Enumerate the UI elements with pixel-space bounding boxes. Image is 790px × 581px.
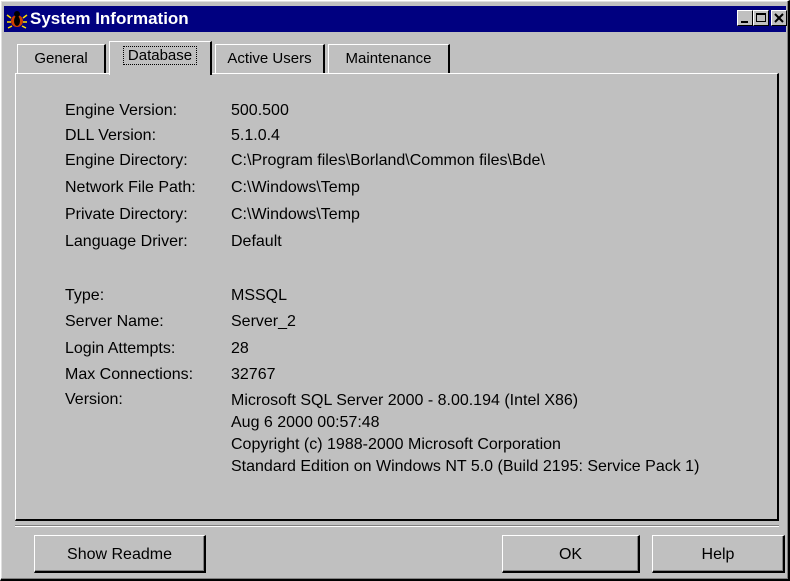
tab-active-users[interactable]: Active Users	[215, 44, 325, 73]
minimize-button[interactable]	[737, 10, 753, 26]
private-directory-value: C:\Windows\Temp	[231, 206, 360, 223]
tab-database-label: Database	[122, 46, 198, 65]
bug-app-icon	[6, 9, 28, 29]
login-attempts-label: Login Attempts:	[65, 340, 176, 357]
engine-version-label: Engine Version:	[65, 102, 178, 119]
database-tab-panel: Engine Version: 500.500 DLL Version: 5.1…	[15, 73, 779, 521]
engine-version-value: 500.500	[231, 102, 289, 119]
tab-maintenance[interactable]: Maintenance	[328, 44, 450, 73]
minimize-icon	[741, 21, 748, 23]
version-line: Copyright (c) 1988-2000 Microsoft Corpor…	[231, 436, 561, 453]
show-readme-button[interactable]: Show Readme	[34, 535, 206, 573]
max-connections-value: 32767	[231, 366, 276, 383]
engine-directory-value: C:\Program files\Borland\Common files\Bd…	[231, 152, 545, 169]
title-bar[interactable]: System Information	[4, 6, 787, 32]
version-value: Microsoft SQL Server 2000 - 8.00.194 (In…	[231, 390, 699, 478]
ok-button[interactable]: OK	[502, 535, 640, 573]
server-name-value: Server_2	[231, 313, 296, 330]
version-line: Microsoft SQL Server 2000 - 8.00.194 (In…	[231, 392, 579, 409]
type-label: Type:	[65, 287, 105, 304]
footer-divider	[15, 525, 779, 527]
server-name-label: Server Name:	[65, 313, 164, 330]
private-directory-label: Private Directory:	[65, 206, 188, 223]
dll-version-label: DLL Version:	[65, 127, 157, 144]
tab-maintenance-label: Maintenance	[345, 50, 432, 67]
login-attempts-value: 28	[231, 340, 249, 357]
window-title: System Information	[30, 9, 189, 28]
type-value: MSSQL	[231, 287, 288, 304]
max-connections-label: Max Connections:	[65, 366, 194, 383]
version-label: Version:	[65, 391, 123, 408]
tab-active-users-label: Active Users	[227, 50, 312, 67]
tab-general-label: General	[34, 50, 88, 67]
dll-version-value: 5.1.0.4	[231, 127, 280, 144]
version-line: Standard Edition on Windows NT 5.0 (Buil…	[231, 458, 700, 475]
system-information-window: System Information General Database Acti…	[0, 0, 790, 581]
tab-general[interactable]: General	[17, 44, 106, 73]
engine-directory-label: Engine Directory:	[65, 152, 188, 169]
close-button[interactable]	[771, 10, 787, 26]
language-driver-value: Default	[231, 233, 282, 250]
tab-database[interactable]: Database	[109, 41, 212, 75]
close-icon	[774, 13, 784, 23]
network-file-path-value: C:\Windows\Temp	[231, 179, 360, 196]
language-driver-label: Language Driver:	[65, 233, 188, 250]
network-file-path-label: Network File Path:	[65, 179, 196, 196]
maximize-button[interactable]	[753, 10, 769, 26]
maximize-icon	[756, 13, 766, 22]
version-line: Aug 6 2000 00:57:48	[231, 414, 380, 431]
help-button[interactable]: Help	[652, 535, 785, 573]
